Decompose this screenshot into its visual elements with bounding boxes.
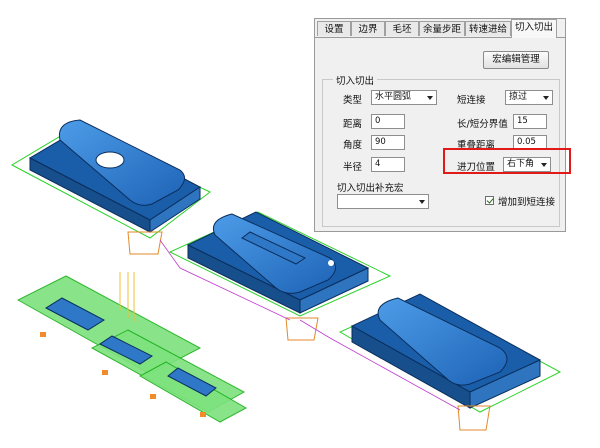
angle-label: 角度 [343,140,363,151]
highlight-box [443,148,571,174]
tab-allowance-stepover[interactable]: 余量步距 [419,21,465,36]
chevron-down-icon [543,96,549,100]
workpiece-1 [10,119,211,255]
short-link-select[interactable]: 掠过 [505,90,553,105]
tab-stock[interactable]: 毛坯 [385,21,419,36]
lead-in-lead-out-dialog: 设置 边界 毛坯 余量步距 转速进给 切入切出 宏编辑管理 切入切出 类型 水平… [314,18,566,232]
type-select[interactable]: 水平圆弧 [371,90,437,105]
radius-field[interactable]: 4 [371,157,405,172]
boundary-label: 长/短分界值 [457,119,508,130]
type-value: 水平圆弧 [375,92,412,102]
group-title: 切入切出 [333,73,378,87]
tab-lead-in-out[interactable]: 切入切出 [511,19,557,38]
tab-strip: 设置 边界 毛坯 余量步距 转速进给 切入切出 [315,19,565,38]
chevron-down-icon [419,200,425,204]
tab-boundary[interactable]: 边界 [351,21,385,36]
tab-speed-feed[interactable]: 转速进给 [465,21,511,36]
type-label: 类型 [343,95,363,106]
radius-label: 半径 [343,162,363,173]
distance-label: 距离 [343,119,363,130]
chevron-down-icon [427,96,433,100]
macro-select[interactable] [337,194,429,209]
macro-label: 切入切出补充宏 [337,183,404,194]
short-link-value: 掠过 [509,92,528,102]
short-link-label: 短连接 [457,95,486,106]
angle-field[interactable]: 90 [371,135,405,150]
add-short-link-checkbox[interactable] [485,196,494,205]
simulation-preview [16,272,248,423]
add-short-link-label: 增加到短连接 [498,197,556,208]
macro-editor-button[interactable]: 宏编辑管理 [483,51,549,69]
tab-settings[interactable]: 设置 [317,21,351,36]
distance-field[interactable]: 0 [371,114,405,129]
boundary-field[interactable]: 15 [513,114,547,129]
